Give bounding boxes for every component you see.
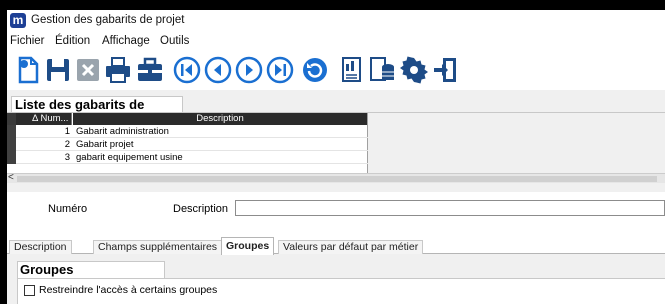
templates-grid: Δ Num... Description 1 Gabarit administr… — [7, 112, 665, 183]
window-title: Gestion des gabarits de projet — [31, 14, 185, 26]
app-logo-icon: m — [10, 13, 26, 28]
row-selector[interactable] — [7, 125, 16, 138]
toolbox-icon[interactable] — [135, 55, 165, 85]
settings-gear-icon[interactable] — [399, 55, 429, 85]
table-row[interactable]: 3 gabarit equipement usine — [7, 151, 368, 164]
cell-description: Gabarit projet — [76, 139, 134, 150]
title-bar: m Gestion des gabarits de projet — [7, 10, 665, 32]
print-icon[interactable] — [103, 55, 133, 85]
grid-body: Δ Num... Description 1 Gabarit administr… — [7, 113, 368, 173]
horizontal-scrollbar[interactable]: < — [7, 172, 665, 183]
detail-form: Numéro Description Description Champs su… — [7, 192, 665, 304]
cell-description: Gabarit administration — [76, 126, 169, 137]
tab-valeurs-par-defaut[interactable]: Valeurs par défaut par métier — [278, 240, 424, 254]
groupes-section-title: Groupes — [17, 261, 165, 278]
groupes-tab-content: Groupes Restreindre l'accès à certains g… — [7, 254, 665, 304]
cell-description: gabarit equipement usine — [76, 152, 183, 163]
delete-icon[interactable] — [73, 55, 103, 85]
restrict-groups-checkbox[interactable] — [24, 285, 35, 296]
detail-tabs: Description Champs supplémentaires Group… — [7, 237, 665, 255]
description-label: Description — [173, 203, 229, 215]
tab-champs-supplementaires[interactable]: Champs supplémentaires — [93, 240, 223, 254]
table-row[interactable]: 1 Gabarit administration — [7, 125, 368, 138]
menu-edition[interactable]: Édition — [55, 35, 90, 47]
exit-icon[interactable] — [431, 55, 461, 85]
new-document-icon[interactable] — [13, 55, 43, 85]
row-selector[interactable] — [7, 138, 16, 151]
previous-record-icon[interactable] — [203, 55, 233, 85]
numero-label: Numéro — [48, 203, 88, 215]
application-window: m Gestion des gabarits de projet Fichier… — [7, 10, 665, 304]
column-header-description[interactable]: Description — [73, 113, 367, 125]
menu-fichier[interactable]: Fichier — [10, 35, 45, 47]
list-tab[interactable]: Liste des gabarits de projet — [11, 96, 183, 128]
next-record-icon[interactable] — [234, 55, 264, 85]
menu-bar: Fichier Édition Affichage Outils — [7, 32, 665, 50]
menu-outils[interactable]: Outils — [160, 35, 189, 47]
row-selector-header — [7, 113, 16, 125]
tab-groupes[interactable]: Groupes — [221, 237, 275, 255]
description-input[interactable] — [235, 200, 665, 216]
save-icon[interactable] — [43, 55, 73, 85]
last-record-icon[interactable] — [265, 55, 295, 85]
cell-num: 3 — [64, 152, 70, 163]
groupes-panel: Restreindre l'accès à certains groupes — [17, 278, 665, 304]
scrollbar-thumb[interactable] — [17, 176, 657, 182]
scroll-left-icon[interactable]: < — [8, 172, 14, 183]
database-icon[interactable] — [367, 55, 397, 85]
first-record-icon[interactable] — [172, 55, 202, 85]
table-row[interactable]: 2 Gabarit projet — [7, 138, 368, 151]
row-selector[interactable] — [7, 151, 16, 164]
toolbar — [7, 50, 665, 90]
restrict-groups-label[interactable]: Restreindre l'accès à certains groupes — [39, 284, 217, 296]
report-icon[interactable] — [337, 55, 367, 85]
refresh-icon[interactable] — [300, 55, 330, 85]
tab-description[interactable]: Description — [9, 240, 72, 254]
cell-num: 1 — [64, 126, 70, 137]
menu-affichage[interactable]: Affichage — [102, 35, 150, 47]
cell-num: 2 — [64, 139, 70, 150]
column-header-num[interactable]: Δ Num... — [16, 113, 72, 125]
